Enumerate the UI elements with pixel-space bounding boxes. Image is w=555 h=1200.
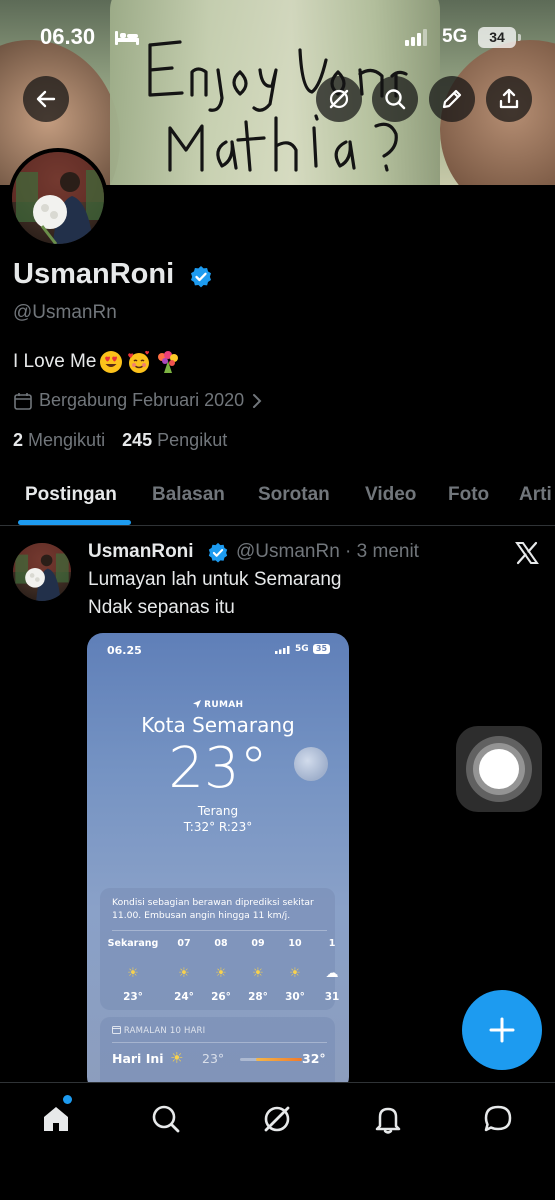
active-tab-indicator xyxy=(18,520,131,525)
profile-handle: @UsmanRn xyxy=(13,302,117,323)
pencil-icon xyxy=(442,89,462,109)
joined-date[interactable]: Bergabung Februari 2020 xyxy=(13,390,264,411)
image-signal-icon xyxy=(275,646,290,654)
profile-bio: I Love Me xyxy=(13,349,182,375)
tab-replies[interactable]: Balasan xyxy=(152,484,225,506)
forecast-low: 23° xyxy=(202,1051,225,1066)
verified-badge-icon[interactable] xyxy=(189,265,213,289)
hour-label: Sekarang xyxy=(107,938,159,949)
forecast-day: Hari Ini xyxy=(112,1051,164,1066)
weather-high-low: T:32° R:23° xyxy=(183,820,253,834)
cell-signal-icon xyxy=(405,29,427,46)
bell-icon xyxy=(375,1107,401,1134)
message-bubble-icon xyxy=(484,1105,512,1132)
avatar-photo xyxy=(12,152,104,244)
follow-stats: 2 Mengikuti 245 Pengikut xyxy=(13,430,227,451)
weather-city: Kota Semarang xyxy=(141,713,295,737)
tab-posts[interactable]: Postingan xyxy=(25,484,117,506)
image-network: 5G xyxy=(295,644,309,654)
bouquet-emoji-icon xyxy=(158,351,179,373)
share-button[interactable] xyxy=(486,76,532,122)
avatar-photo xyxy=(13,543,71,601)
bottom-navigation xyxy=(0,1082,555,1200)
post-text-line2: Ndak sepanas itu xyxy=(88,597,235,618)
weather-summary: Kondisi sebagian berawan diprediksi seki… xyxy=(112,897,314,921)
image-battery: 35 xyxy=(313,644,330,654)
sun-icon: ☀ xyxy=(127,966,139,981)
edit-button[interactable] xyxy=(429,76,475,122)
partly-cloudy-icon: ☁ xyxy=(325,966,339,981)
grok-button[interactable] xyxy=(316,76,362,122)
profile-tabs: Postingan Balasan Sorotan Video Foto Art… xyxy=(0,468,555,526)
tab-photos[interactable]: Foto xyxy=(448,484,489,506)
divider xyxy=(112,1042,327,1043)
sleep-focus-icon xyxy=(115,31,139,45)
post-image[interactable]: 06.25 5G 35 RUMAH Kota Semarang 23° Tera… xyxy=(87,633,349,1093)
location-arrow-icon xyxy=(192,700,201,708)
post-avatar[interactable] xyxy=(13,543,71,601)
image-status-time: 06.25 xyxy=(107,644,142,657)
share-icon xyxy=(499,88,519,109)
status-time: 06.30 xyxy=(40,24,96,49)
joined-text: Bergabung Februari 2020 xyxy=(39,390,245,410)
hour-temp: 31 xyxy=(324,991,340,1003)
smiling-hearts-emoji-icon xyxy=(128,350,150,373)
sun-icon: ☀ xyxy=(170,1049,184,1067)
home-location-label: RUMAH xyxy=(87,700,349,710)
hour-label: 1 xyxy=(328,938,336,949)
post-meta: @UsmanRn · 3 menit xyxy=(236,541,419,562)
moon-icon xyxy=(294,747,328,781)
divider xyxy=(112,930,327,931)
nav-messages[interactable] xyxy=(478,1099,518,1139)
nav-search[interactable] xyxy=(146,1099,186,1139)
nav-home[interactable] xyxy=(36,1099,76,1139)
post-author-name[interactable]: UsmanRoni xyxy=(88,541,194,563)
bio-text: I Love Me xyxy=(13,351,97,372)
battery-tip xyxy=(518,34,521,41)
plus-icon xyxy=(489,1017,515,1043)
battery-indicator: 34 xyxy=(478,27,516,48)
calendar-icon xyxy=(112,1026,121,1034)
forecast-high: 32° xyxy=(302,1051,326,1066)
home-icon xyxy=(44,1107,68,1131)
network-type: 5G xyxy=(442,26,468,47)
post-text-line1: Lumayan lah untuk Semarang xyxy=(88,569,342,590)
chevron-right-icon xyxy=(253,393,262,408)
temperature-range-bar xyxy=(240,1058,302,1061)
tab-video[interactable]: Video xyxy=(365,484,416,506)
weather-condition: Terang xyxy=(197,804,239,818)
grok-icon xyxy=(329,89,349,109)
heart-eyes-emoji-icon xyxy=(100,351,123,373)
assistive-touch-button[interactable] xyxy=(456,726,542,812)
followers-link[interactable]: 245 Pengikut xyxy=(122,430,227,450)
x-logo-icon[interactable] xyxy=(514,540,540,566)
back-button[interactable] xyxy=(23,76,69,122)
following-link[interactable]: 2 Mengikuti xyxy=(13,430,105,450)
tab-highlights[interactable]: Sorotan xyxy=(258,484,330,506)
profile-name: UsmanRoni xyxy=(13,258,175,290)
nav-notifications[interactable] xyxy=(368,1099,408,1139)
arrow-left-icon xyxy=(36,90,56,108)
notification-dot xyxy=(63,1095,72,1104)
hourly-forecast-card: Kondisi sebagian berawan diprediksi seki… xyxy=(100,888,339,1010)
forecast-label: RAMALAN 10 HARI xyxy=(112,1025,205,1036)
profile-avatar[interactable] xyxy=(8,148,108,248)
search-button[interactable] xyxy=(372,76,418,122)
calendar-icon xyxy=(14,392,32,410)
hour-temp: 23° xyxy=(123,991,143,1003)
search-icon xyxy=(152,1105,180,1133)
verified-badge-icon xyxy=(208,542,228,563)
status-bar: 06.30 5G 34 xyxy=(0,24,555,52)
grok-icon xyxy=(264,1106,290,1132)
tab-articles[interactable]: Arti xyxy=(519,484,552,506)
compose-post-button[interactable] xyxy=(462,990,542,1070)
nav-grok[interactable] xyxy=(257,1099,297,1139)
search-icon xyxy=(385,89,406,110)
